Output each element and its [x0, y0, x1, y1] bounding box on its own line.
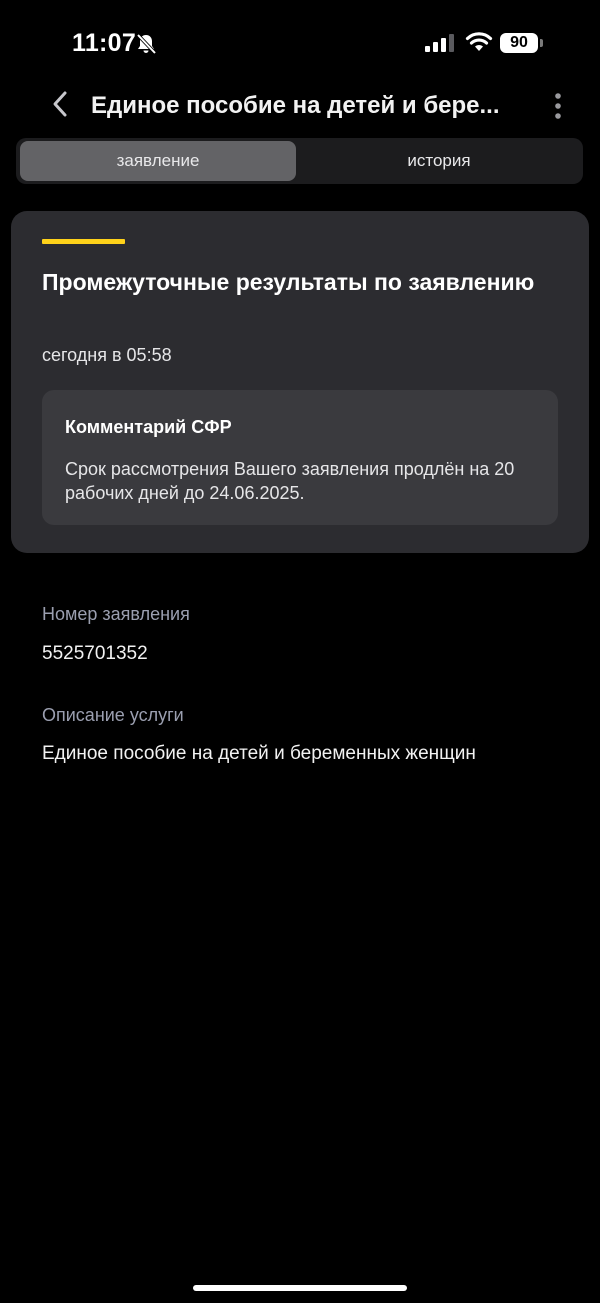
battery-tip [540, 39, 543, 47]
service-description-label: Описание услуги [42, 705, 184, 725]
home-indicator[interactable] [193, 1285, 407, 1291]
application-number-label: Номер заявления [42, 604, 190, 624]
page-title: Единое пособие на детей и бере... [91, 92, 500, 119]
tab-application[interactable]: заявление [20, 141, 296, 181]
screen: 11:07 90 Единое пособие на детей и бере.… [0, 0, 600, 1303]
comment-box: Комментарий СФР Срок рассмотрения Вашего… [42, 390, 558, 525]
status-date: сегодня в 05:58 [42, 345, 172, 365]
comment-title: Комментарий СФР [65, 417, 232, 437]
wifi-icon [465, 32, 493, 51]
battery-level: 90 [510, 34, 528, 51]
tab-switcher: заявление история [16, 138, 583, 184]
chevron-left-icon[interactable] [48, 88, 72, 120]
bell-slash-icon [136, 33, 157, 55]
tab-history[interactable]: история [299, 141, 579, 181]
comment-text: Срок рассмотрения Вашего заявления продл… [65, 459, 515, 503]
status-bar: 11:07 90 [0, 0, 600, 88]
status-accent-bar [42, 239, 125, 244]
header: Единое пособие на детей и бере... [0, 80, 600, 132]
status-title: Промежуточные результаты по заявлению [42, 269, 535, 295]
battery-icon: 90 [500, 33, 538, 53]
application-number-value: 5525701352 [42, 643, 148, 664]
more-vertical-icon[interactable] [548, 92, 568, 120]
signal-icon [425, 34, 454, 52]
service-description-value: Единое пособие на детей и беременных жен… [42, 743, 476, 764]
status-card: Промежуточные результаты по заявлению се… [11, 211, 589, 553]
status-time: 11:07 [72, 29, 137, 57]
